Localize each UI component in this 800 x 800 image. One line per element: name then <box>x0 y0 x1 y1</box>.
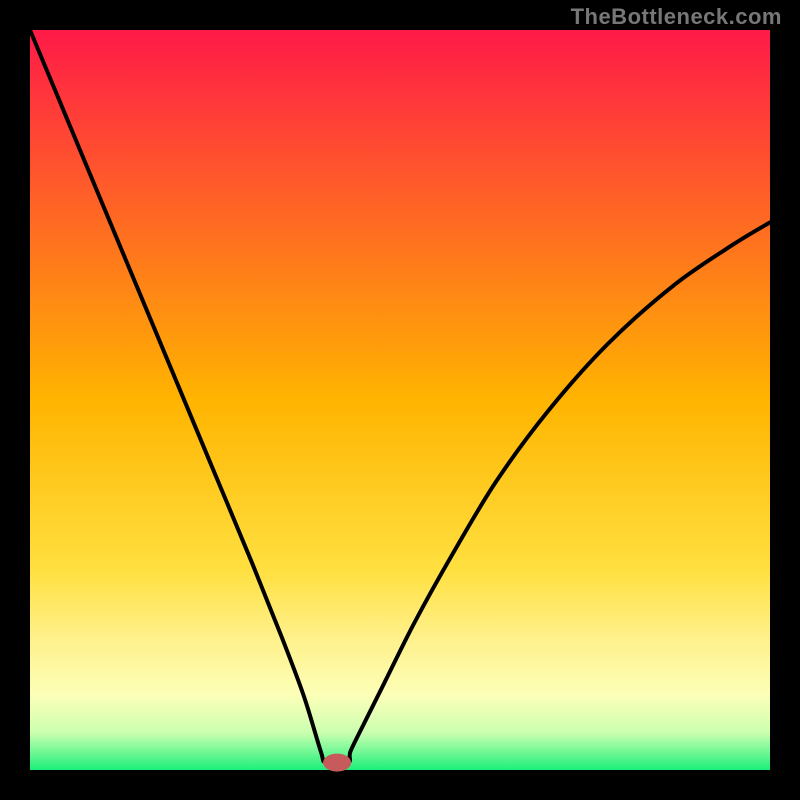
chart-background <box>30 30 770 770</box>
optimal-point-marker <box>323 754 351 772</box>
bottleneck-chart <box>0 0 800 800</box>
chart-frame: TheBottleneck.com <box>0 0 800 800</box>
watermark-label: TheBottleneck.com <box>571 4 782 30</box>
